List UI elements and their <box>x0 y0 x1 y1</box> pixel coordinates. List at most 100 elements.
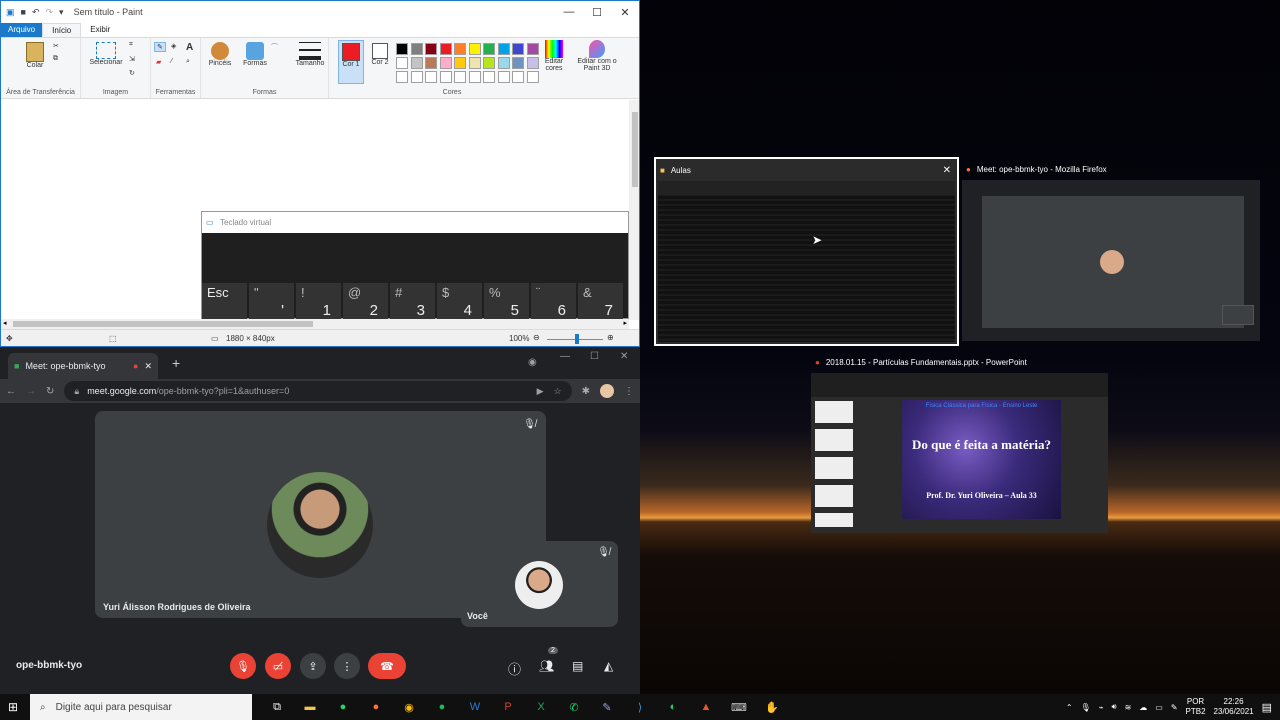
chrome-menu-icon[interactable]: ⋮ <box>624 386 634 397</box>
info-icon[interactable]: ⓘ <box>508 659 521 678</box>
app-orange-icon[interactable]: ▲ <box>693 694 719 720</box>
zoom-slider[interactable] <box>547 334 603 344</box>
excel-icon[interactable]: X <box>528 694 554 720</box>
menu-file[interactable]: Arquivo <box>1 23 43 37</box>
cut-icon[interactable]: ✂ <box>53 42 59 50</box>
shapes-button[interactable]: Formas <box>239 42 271 67</box>
tab-view[interactable]: Exibir <box>81 23 119 37</box>
forward-icon[interactable]: → <box>26 386 36 397</box>
close-button[interactable]: ✕ <box>620 351 628 362</box>
firefox-taskbar-icon[interactable]: ● <box>363 694 389 720</box>
palette-swatch-empty[interactable] <box>526 71 539 83</box>
palette-swatch[interactable] <box>439 43 452 55</box>
palette-swatch[interactable] <box>526 43 539 55</box>
camera-in-use-icon[interactable]: ▶ <box>537 386 544 397</box>
app-green-icon[interactable]: ◐ <box>660 694 686 720</box>
profile-avatar[interactable] <box>600 384 614 398</box>
outline-icon[interactable]: ⌒ <box>271 42 278 52</box>
redo-icon[interactable]: ↷ <box>46 7 54 18</box>
brushes-button[interactable]: Pincéis <box>205 42 235 67</box>
vertical-scrollbar[interactable] <box>629 100 639 320</box>
tab-search-icon[interactable]: ◉ <box>528 357 537 368</box>
color1-button[interactable]: Cor 1 <box>338 40 364 84</box>
eraser-icon[interactable]: ▰ <box>156 58 161 66</box>
palette-swatch[interactable] <box>454 57 466 69</box>
select-button[interactable]: Selecionar <box>86 42 126 66</box>
key-2[interactable]: @2 <box>343 283 388 319</box>
palette-swatch[interactable] <box>497 57 510 69</box>
copy-icon[interactable]: ⧉ <box>53 55 58 63</box>
paint3d-button[interactable]: Editar com o Paint 3D <box>573 40 621 72</box>
search-box[interactable]: ⌕ Digite aqui para pesquisar <box>30 694 252 720</box>
undo-icon[interactable]: ↶ <box>32 7 40 18</box>
word-icon[interactable]: W <box>462 694 488 720</box>
tray-battery-icon[interactable]: ▭ <box>1155 703 1163 712</box>
palette-swatch-empty[interactable] <box>425 71 437 83</box>
tab-meet[interactable]: ■ Meet: ope-bbmk-tyo ● ✕ <box>8 353 158 379</box>
minimize-button[interactable]: — <box>560 351 570 362</box>
tray-volume-icon[interactable]: 🔊︎ <box>1112 702 1117 712</box>
key-6[interactable]: ¨ 6 <box>531 283 576 319</box>
size-button[interactable]: Tamanho <box>293 42 327 67</box>
clock[interactable]: 22:26 23/06/2021 <box>1214 697 1254 717</box>
app-gamepad-icon[interactable]: ⌨ <box>726 694 752 720</box>
paint-taskbar-icon[interactable]: ✎ <box>594 694 620 720</box>
spotify-icon[interactable]: ● <box>429 694 455 720</box>
text-tool-icon[interactable]: A <box>186 42 193 53</box>
zoom-in-icon[interactable]: ⊕ <box>607 333 614 342</box>
palette-swatch-empty[interactable] <box>410 71 423 83</box>
new-tab-button[interactable]: + <box>172 355 180 371</box>
tray-overflow-icon[interactable]: ⌃ <box>1066 703 1073 712</box>
key-7[interactable]: & 7 <box>578 283 623 319</box>
crop-icon[interactable]: ⌗ <box>129 41 133 49</box>
paste-button[interactable]: Colar <box>21 42 49 69</box>
notifications-icon[interactable]: ▤ <box>1262 701 1272 714</box>
magnifier-icon[interactable]: ⌕ <box>186 58 190 66</box>
bookmark-star-icon[interactable]: ☆ <box>554 386 562 397</box>
tray-cloud-icon[interactable]: ☁ <box>1139 703 1147 712</box>
taskview-firefox[interactable]: ● Meet: ope-bbmk-tyo - Mozilla Firefox <box>962 158 1260 342</box>
palette-swatch[interactable] <box>410 57 423 69</box>
palette-swatch[interactable] <box>483 43 495 55</box>
palette-swatch[interactable] <box>454 43 466 55</box>
edit-colors-button[interactable]: Editar cores <box>541 40 567 72</box>
chrome-icon[interactable]: ◉ <box>396 694 422 720</box>
key-1[interactable]: ! 1 <box>296 283 341 319</box>
horizontal-scrollbar[interactable]: ◂ ▸ <box>1 319 629 329</box>
tray-wifi-icon[interactable]: ≋ <box>1125 703 1132 712</box>
palette-swatch[interactable] <box>396 43 408 55</box>
taskview-powerpoint[interactable]: ● 2018.01.15 - Partículas Fundamentais.pp… <box>811 351 1108 533</box>
key-'[interactable]: " ' <box>249 283 294 319</box>
tab-home[interactable]: Início <box>42 23 82 37</box>
maximize-button[interactable]: ☐ <box>583 6 611 19</box>
palette-swatch-empty[interactable] <box>468 71 481 83</box>
people-icon[interactable]: 👥︎ <box>539 659 554 673</box>
palette-swatch-empty[interactable] <box>454 71 466 83</box>
rotate-icon[interactable]: ↻ <box>129 69 135 77</box>
task-view-icon[interactable]: ⧉ <box>264 694 290 720</box>
address-bar[interactable]: 🔒︎ meet.google.com/ope-bbmk-tyo?pli=1&au… <box>64 381 572 401</box>
palette-swatch-empty[interactable] <box>497 71 510 83</box>
color-picker-icon[interactable]: ⁄ <box>171 58 172 65</box>
customize-qat-icon[interactable]: ▾ <box>59 7 64 18</box>
palette-swatch[interactable] <box>410 43 423 55</box>
palette-swatch[interactable] <box>497 43 510 55</box>
whatsapp-icon[interactable]: ● <box>330 694 356 720</box>
palette-swatch[interactable] <box>425 43 437 55</box>
mic-toggle-button[interactable]: 🎙︎ <box>230 653 256 679</box>
extensions-icon[interactable]: ✱ <box>582 386 590 397</box>
start-button[interactable]: ⊞ <box>8 700 18 714</box>
tray-pen-icon[interactable]: ✎ <box>1171 703 1178 712</box>
close-window-icon[interactable]: ✕ <box>943 165 951 176</box>
maximize-button[interactable]: ☐ <box>590 351 599 362</box>
zoom-out-icon[interactable]: ⊖ <box>533 333 540 342</box>
language-indicator[interactable]: POR PTB2 <box>1186 697 1206 717</box>
palette-swatch[interactable] <box>468 57 481 69</box>
palette-swatch[interactable] <box>512 43 524 55</box>
palette-swatch[interactable] <box>483 57 495 69</box>
chat-icon[interactable]: ▤ <box>572 659 583 673</box>
minimize-button[interactable]: — <box>555 6 583 19</box>
more-options-button[interactable]: ⋮ <box>334 653 360 679</box>
powerpoint-taskbar-icon[interactable]: P <box>495 694 521 720</box>
app-hand-icon[interactable]: ✋ <box>759 694 785 720</box>
